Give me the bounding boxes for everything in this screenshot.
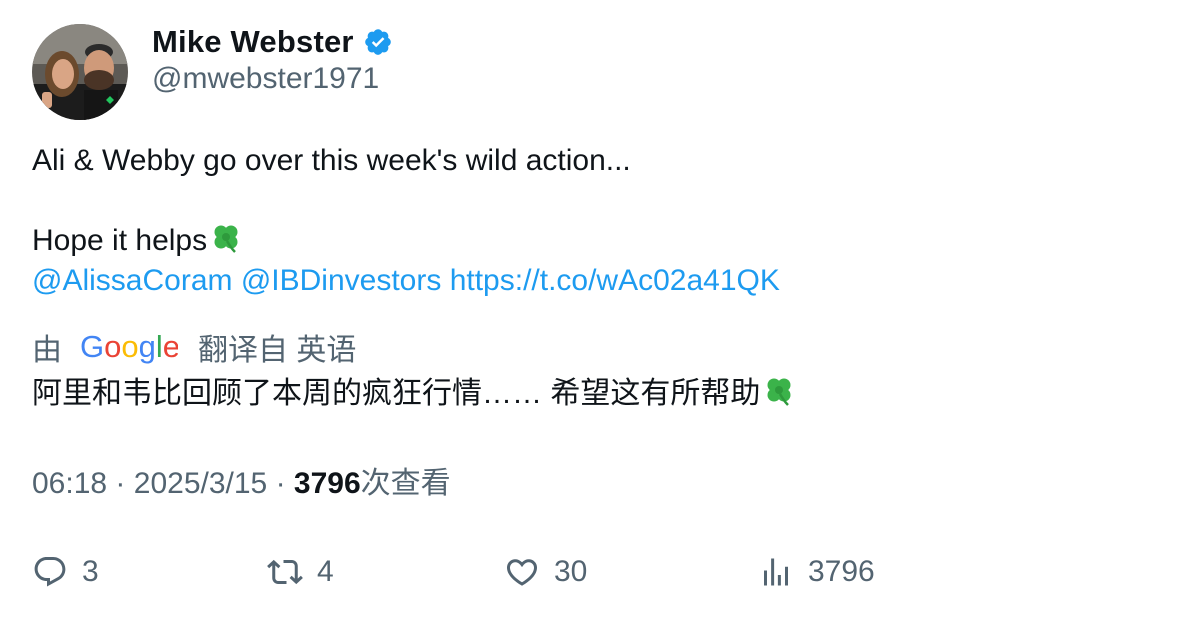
analytics-icon xyxy=(764,558,788,586)
translation-prefix: 由 xyxy=(32,334,62,367)
like-button[interactable]: 30 xyxy=(504,550,587,594)
view-count: 3796 xyxy=(293,467,361,500)
tweet-text-line-2: Hope it helps xyxy=(32,221,243,261)
action-bar: 3 4 30 3796 xyxy=(32,550,1164,594)
avatar[interactable] xyxy=(32,24,128,120)
translation-suffix: 翻译自 英语 xyxy=(198,334,357,367)
retweet-button[interactable]: 4 xyxy=(267,550,334,594)
translation-attribution: 由 Google 翻译自 英语 xyxy=(32,326,356,368)
reply-button[interactable]: 3 xyxy=(32,550,99,594)
svg-text:Google: Google xyxy=(80,329,178,364)
views-button[interactable]: 3796 xyxy=(758,550,875,594)
views-action-count: 3796 xyxy=(808,555,875,588)
tweet-text-hope: Hope it helps xyxy=(32,224,208,257)
four-leaf-clover-icon xyxy=(762,374,796,408)
meta-separator: · xyxy=(275,467,286,500)
verified-badge-icon[interactable] xyxy=(363,27,393,57)
mention-alissacoram[interactable]: @AlissaCoram xyxy=(32,264,233,297)
translated-text: 阿里和韦比回顾了本周的疯狂行情…… 希望这有所帮助 xyxy=(32,374,796,414)
tweet-time[interactable]: 06:18 xyxy=(32,467,107,500)
tweet-links-line: @AlissaCoram @IBDinvestors https://t.co/… xyxy=(32,261,780,301)
heart-icon xyxy=(506,559,538,586)
view-count-label: 次查看 xyxy=(360,467,451,500)
author-handle[interactable]: @mwebster1971 xyxy=(152,62,379,96)
author-display-name[interactable]: Mike Webster xyxy=(152,24,354,60)
tweet-text-line-1: Ali & Webby go over this week's wild act… xyxy=(32,144,631,177)
tweet-card: Mike Webster @mwebster1971 Ali & Webby g… xyxy=(0,0,1196,618)
author-name-row: Mike Webster xyxy=(152,22,393,62)
google-logo[interactable]: Google xyxy=(80,329,178,365)
translated-text-body: 阿里和韦比回顾了本周的疯狂行情…… 希望这有所帮助 xyxy=(32,377,761,410)
four-leaf-clover-icon xyxy=(209,221,243,255)
mention-ibdinvestors[interactable]: @IBDinvestors xyxy=(241,264,442,297)
reply-icon xyxy=(34,557,66,587)
tweet-meta: 06:18 · 2025/3/15 · 3796次查看 xyxy=(32,464,451,504)
meta-separator: · xyxy=(115,467,126,500)
tweet-url-link[interactable]: https://t.co/wAc02a41QK xyxy=(450,264,780,297)
reply-count: 3 xyxy=(82,555,99,588)
retweet-count: 4 xyxy=(317,555,334,588)
like-count: 30 xyxy=(554,555,588,588)
retweet-icon xyxy=(267,559,303,585)
tweet-date[interactable]: 2025/3/15 xyxy=(134,467,267,500)
